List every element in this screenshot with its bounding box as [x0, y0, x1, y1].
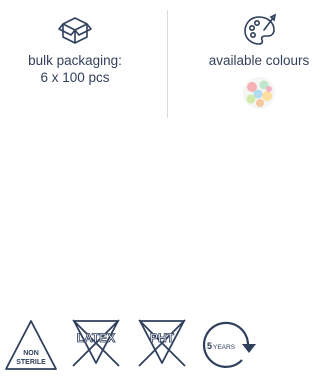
product-symbols: NON STERILE LATEX PHT 5 YEARS	[0, 318, 333, 376]
available-colours-label: available colours	[208, 53, 310, 68]
bulk-packaging-info: bulk packaging: 6 x 100 pcs	[0, 0, 150, 86]
bulk-packaging-count: 6 x 100 pcs	[40, 70, 110, 85]
shelf-life-number: 5	[207, 341, 212, 351]
non-sterile-line1: NON	[23, 350, 39, 357]
box-icon	[58, 17, 92, 44]
non-sterile-line2: STERILE	[16, 359, 46, 366]
latex-free-icon: LATEX	[72, 319, 120, 367]
shelf-life-unit: YEARS	[213, 344, 236, 351]
latex-label: LATEX	[77, 331, 115, 345]
colour-dots-icon	[243, 77, 275, 109]
pht-label: PHT	[150, 331, 175, 345]
palette-icon	[244, 13, 276, 45]
available-colours-info: available colours	[185, 0, 333, 111]
bulk-packaging-label: bulk packaging:	[28, 53, 122, 68]
column-divider	[167, 10, 168, 118]
pht-free-icon: PHT	[138, 319, 186, 367]
shelf-life-icon: 5 YEARS	[202, 321, 256, 368]
non-sterile-triangle-icon: NON STERILE	[5, 320, 57, 370]
